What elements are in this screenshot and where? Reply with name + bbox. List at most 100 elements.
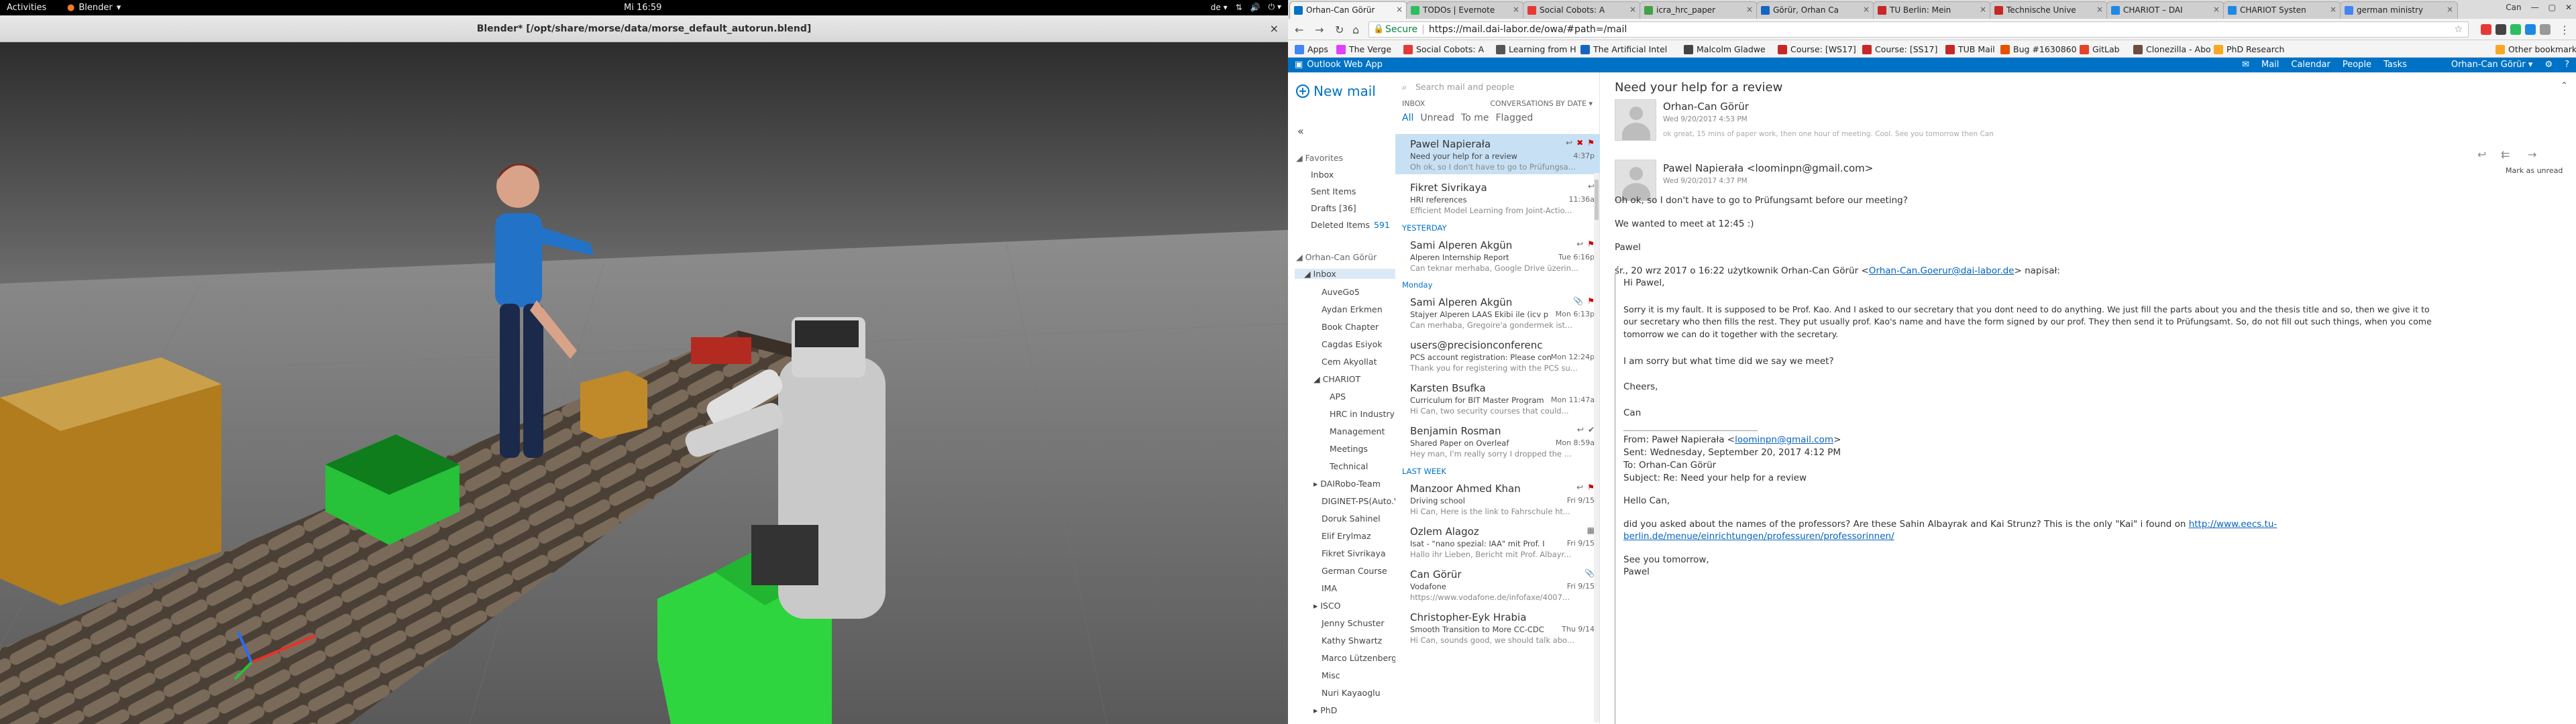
help-icon[interactable]: ? [2565, 60, 2569, 70]
evernote-extension-icon[interactable] [2510, 24, 2521, 35]
clock[interactable]: Mi 16:59 [624, 3, 661, 13]
3d-viewport[interactable] [0, 42, 1288, 724]
account-header[interactable]: ◢ Orhan-Can Görür [1296, 252, 1377, 262]
bookmark-item[interactable]: Learning from H [1496, 44, 1576, 54]
close-tab-icon[interactable]: × [1396, 5, 1403, 14]
reload-icon[interactable]: ↻ [1335, 23, 1344, 36]
close-tab-icon[interactable]: × [1746, 5, 1753, 14]
message-sender[interactable]: Pawel Napierała <loominpn@gmail.com> [1663, 162, 1873, 174]
reply-icon[interactable]: ↩ [1566, 138, 1572, 147]
extension-icon[interactable] [2540, 24, 2551, 35]
email-link[interactable]: loominpn@gmail.com [1735, 434, 1833, 445]
folder-item[interactable]: Jenny Schuster [1322, 618, 1385, 628]
professors-link[interactable]: http://www.eecs.tu- [2189, 519, 2277, 530]
browser-tab-chariot-dai[interactable]: CHARIOT – DAI × [2106, 1, 2224, 19]
menu-icon[interactable]: ⋮ [2559, 23, 2570, 36]
filter-to-me[interactable]: To me [1461, 113, 1489, 123]
bookmark-item[interactable]: The Verge [1336, 44, 1391, 54]
message-snippet[interactable]: ok great, 15 mins of paper work, then on… [1663, 130, 1994, 138]
message-list-scrollbar[interactable] [1594, 173, 1599, 723]
nav-people[interactable]: People [2343, 60, 2371, 70]
maximize-icon[interactable]: ▢ [2548, 3, 2556, 12]
folder-item[interactable]: APS [1330, 391, 1346, 402]
folder-item[interactable]: Aydan Erkmen [1322, 304, 1383, 314]
notification-icon[interactable]: ✉ [2242, 60, 2249, 70]
close-tab-icon[interactable]: × [1629, 5, 1636, 14]
bookmark-item[interactable]: GitLab [2080, 44, 2120, 54]
blender-titlebar[interactable]: Blender* [/opt/share/morse/data/morse_de… [0, 15, 1288, 42]
browser-tab-owa[interactable]: Orhan-Can Görür × [1289, 1, 1407, 19]
folder-item[interactable]: ▸ DAIRobo-Team [1313, 479, 1381, 489]
fav-sent-items[interactable]: Sent Items [1311, 186, 1356, 196]
folder-item[interactable]: ▸ PhD [1313, 705, 1337, 715]
professors-link[interactable]: berlin.de/menue/einrichtungen/professure… [1623, 531, 1894, 542]
browser-tab-google[interactable]: german ministry × [2340, 1, 2458, 19]
folder-item[interactable]: HRC in Industry [1330, 409, 1395, 419]
browser-tab-evernote[interactable]: TODOs | Evernote × [1406, 1, 1524, 19]
message-item[interactable]: Fikret Sivrikaya HRI references Efficien… [1395, 178, 1600, 218]
settings-gear-icon[interactable]: ⚙ [2544, 60, 2553, 70]
collapse-pane-icon[interactable]: « [1297, 125, 1304, 137]
other-bookmarks[interactable]: Other bookmarks [2496, 44, 2576, 54]
back-icon[interactable]: ← [1295, 23, 1303, 36]
favorites-header[interactable]: ◢ Favorites [1296, 153, 1343, 163]
fav-deleted-items[interactable]: Deleted Items 591 [1311, 220, 1390, 230]
bookmark-item[interactable]: Clonezilla - Abo [2133, 44, 2211, 54]
extension-icon[interactable] [2481, 24, 2491, 35]
folder-item[interactable]: ▸ ISCO [1313, 601, 1340, 611]
bookmark-item[interactable]: The Artificial Intel [1580, 44, 1667, 54]
extension-icon[interactable] [2496, 24, 2506, 35]
email-link[interactable]: Orhan-Can.Goerur@dai-labor.de [1869, 265, 2015, 276]
browser-tab-icra-paper[interactable]: icra_hrc_paper × [1640, 1, 1758, 19]
folder-item[interactable]: Elif Erylmaz [1322, 531, 1371, 541]
close-window-button[interactable]: × [1270, 15, 1279, 42]
folder-item[interactable]: Fikret Sivrikaya [1322, 548, 1386, 558]
bookmark-apps[interactable]: Apps [1295, 44, 1328, 54]
forward-icon[interactable]: → [1315, 23, 1324, 36]
system-tray[interactable]: de ▾ ⇅ 🔊 ⏻ ▾ [1211, 2, 1281, 12]
message-item[interactable]: Can Görür Vodafone https://www.vodafone.… [1395, 564, 1600, 605]
close-tab-icon[interactable]: × [2447, 5, 2453, 14]
fav-drafts[interactable]: Drafts [36] [1311, 203, 1356, 213]
message-item[interactable]: Benjamin Rosman Shared Paper on Overleaf… [1395, 421, 1600, 461]
close-tab-icon[interactable]: × [1980, 5, 1986, 14]
folder-item[interactable]: Technical [1330, 461, 1368, 471]
close-tab-icon[interactable]: × [2330, 5, 2337, 14]
browser-tab-chariot-system[interactable]: CHARIOT Systen × [2223, 1, 2341, 19]
message-item[interactable]: Manzoor Ahmed Khan Driving school Hi Can… [1395, 479, 1600, 519]
folder-item[interactable]: AuveGo5 [1322, 287, 1360, 297]
browser-tab-social-cobots[interactable]: Social Cobots: A × [1523, 1, 1641, 19]
folder-item[interactable]: Cagdas Esiyok [1322, 339, 1383, 349]
folder-item[interactable]: Book Chapter [1322, 322, 1379, 332]
search-input[interactable]: ⌕ Search mail and people [1401, 79, 1593, 95]
folder-item[interactable]: IMA [1322, 583, 1337, 593]
forward-icon[interactable]: → [2528, 148, 2536, 161]
bookmark-item[interactable]: Malcolm Gladwe [1684, 44, 1766, 54]
bookmark-star-icon[interactable]: ☆ [2454, 22, 2463, 37]
filter-all[interactable]: All [1402, 113, 1413, 123]
keyboard-layout[interactable]: de ▾ [1211, 3, 1228, 12]
folder-inbox[interactable]: ◢ Inbox [1295, 269, 1395, 279]
message-sender[interactable]: Orhan-Can Görür [1663, 101, 1749, 113]
bookmark-item[interactable]: Course: [WS17] [1778, 44, 1856, 54]
scrollbar-thumb[interactable] [1595, 180, 1599, 220]
folder-item[interactable]: Meetings [1330, 444, 1368, 454]
nav-mail[interactable]: Mail [2261, 60, 2279, 70]
message-item[interactable]: users@precisionconferenc PCS account reg… [1395, 335, 1600, 375]
flag-icon[interactable]: ⚑ [1587, 138, 1595, 147]
new-mail-button[interactable]: + New mail [1296, 83, 1376, 99]
folder-item[interactable]: Doruk Sahinel [1322, 514, 1381, 524]
nav-calendar[interactable]: Calendar [2291, 60, 2330, 70]
message-item[interactable]: Christopher-Eyk Hrabia Smooth Transition… [1395, 607, 1600, 648]
browser-tab-gorur[interactable]: Görür, Orhan Ca × [1756, 1, 1874, 19]
close-tab-icon[interactable]: × [2213, 5, 2220, 14]
folder-item[interactable]: Nuri Kayaoglu [1322, 688, 1381, 698]
folder-item[interactable]: Cem Akyollat [1322, 357, 1377, 367]
home-icon[interactable]: ⌂ [1352, 23, 1359, 36]
filter-flagged[interactable]: Flagged [1495, 113, 1533, 123]
message-item[interactable]: Sami Alperen Akgün Alperen Internship Re… [1395, 235, 1600, 276]
bookmark-item[interactable]: Bug #1630860 [2000, 44, 2077, 54]
delete-icon[interactable]: ✖ [1576, 138, 1583, 147]
reply-icon[interactable]: ↩ [2477, 148, 2486, 161]
message-item[interactable]: Pawel Napierała Need your help for a rev… [1395, 134, 1600, 174]
